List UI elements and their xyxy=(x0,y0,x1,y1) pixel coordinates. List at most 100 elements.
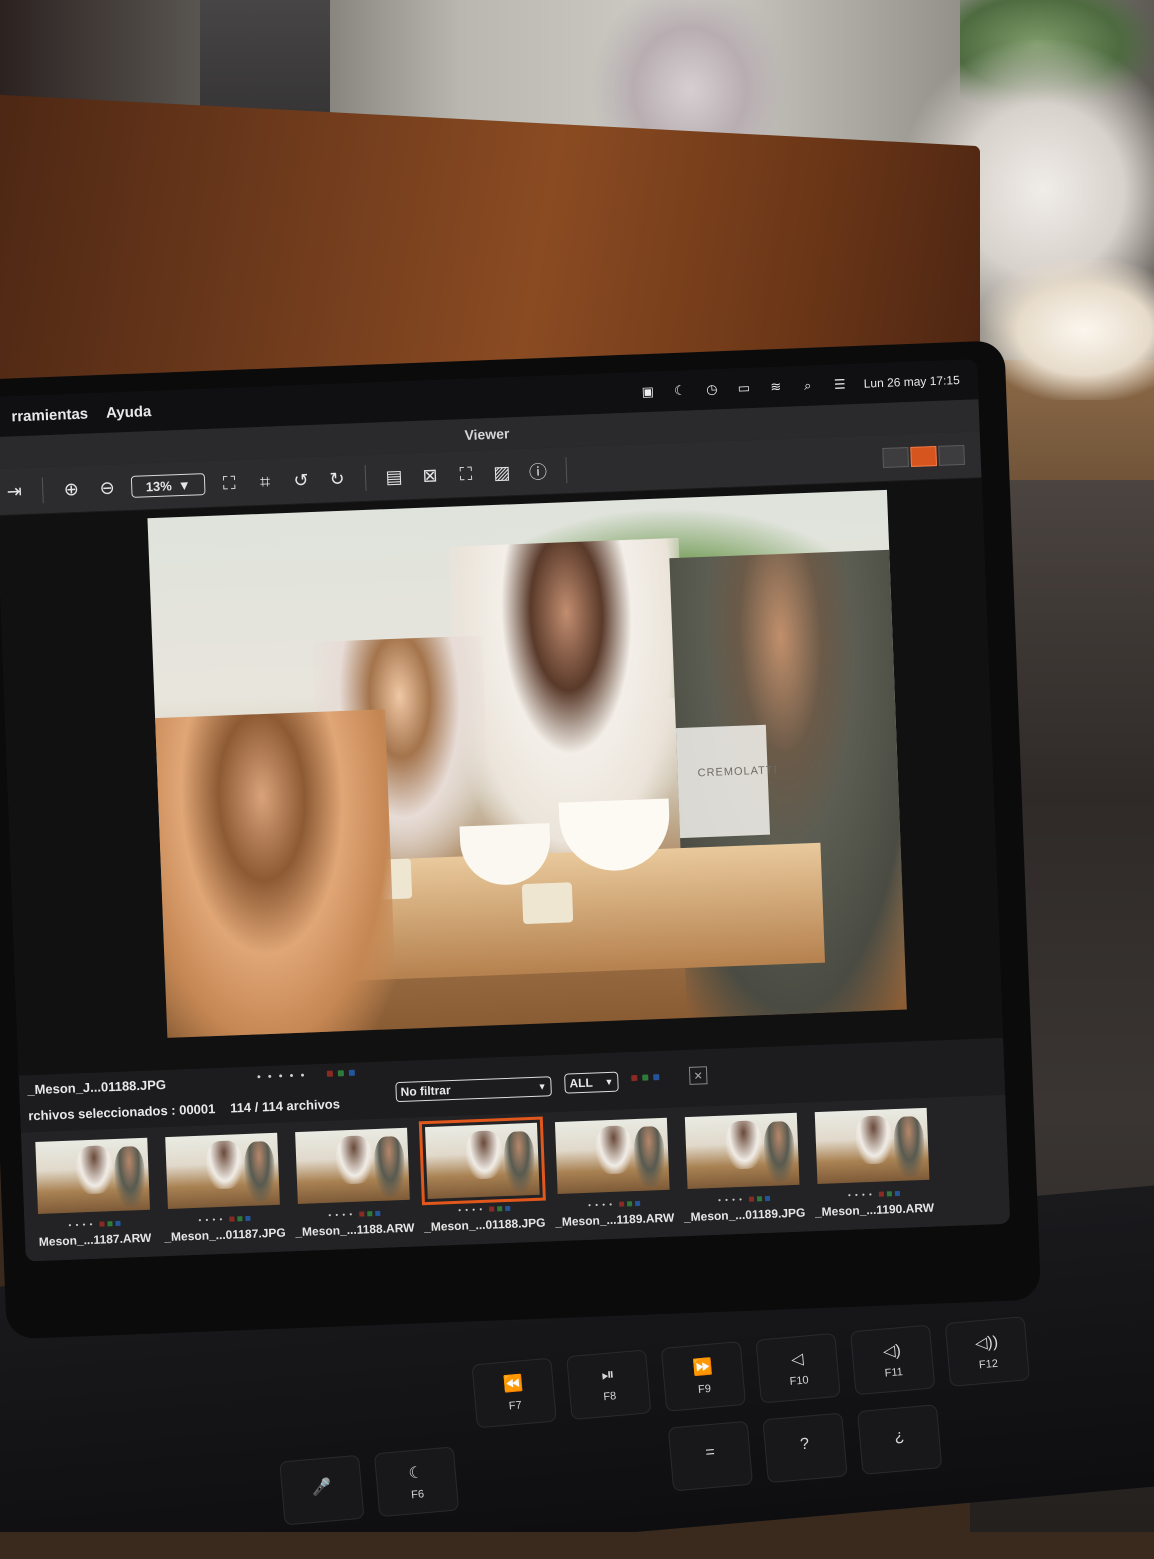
zoom-out-icon[interactable]: ⊖ xyxy=(92,472,123,503)
view-mode-switch xyxy=(882,444,965,469)
thumbnail-rating[interactable]: • • • • xyxy=(588,1200,613,1210)
blue-label[interactable] xyxy=(505,1205,511,1212)
green-label[interactable] xyxy=(337,1070,344,1077)
wifi-icon[interactable]: ≋ xyxy=(768,379,785,395)
blue-label[interactable] xyxy=(245,1215,251,1222)
compare-icon[interactable]: ⊠ xyxy=(414,460,445,491)
green-label-filter[interactable] xyxy=(642,1074,649,1081)
thumbnail-rating[interactable]: • • • • xyxy=(718,1195,743,1205)
filmstrip-thumbnail[interactable]: • • • • _Meson_...1189.ARW xyxy=(551,1108,675,1230)
key-label: F12 xyxy=(978,1357,999,1372)
thumbnail-rating[interactable]: • • • • xyxy=(68,1220,93,1230)
filmstrip-thumbnail[interactable]: • • • • Meson_...1187.ARW xyxy=(31,1128,155,1250)
thumbnail-image[interactable] xyxy=(554,1117,670,1195)
layout-icon[interactable]: ▤ xyxy=(378,461,409,492)
red-label[interactable] xyxy=(229,1216,235,1222)
key-f10[interactable]: ◁ F10 xyxy=(755,1332,841,1404)
green-label[interactable] xyxy=(497,1206,503,1212)
menu-herramientas[interactable]: rramientas xyxy=(11,405,88,425)
keyboard-key[interactable]: ☾ F6 xyxy=(373,1446,460,1518)
green-label[interactable] xyxy=(756,1196,763,1202)
thumbnail-rating[interactable]: • • • • xyxy=(198,1215,223,1225)
thumbnail-image[interactable] xyxy=(295,1127,410,1205)
menu-ayuda[interactable]: Ayuda xyxy=(106,403,152,422)
blue-label[interactable] xyxy=(894,1190,900,1197)
thumbnail-label: _Meson_...1189.ARW xyxy=(554,1210,675,1230)
red-label-filter[interactable] xyxy=(631,1074,638,1082)
fullscreen-icon[interactable]: ⛶ xyxy=(450,458,481,489)
key-label: F8 xyxy=(602,1390,617,1404)
preview-image[interactable]: CREMOLATTI xyxy=(147,489,907,1038)
thumbnail-labels xyxy=(359,1210,381,1217)
key-f8[interactable]: ⏯ F8 xyxy=(566,1349,652,1421)
viewer-view-button[interactable] xyxy=(910,445,938,467)
green-label[interactable] xyxy=(367,1211,373,1217)
datetime[interactable]: Lun 26 may 17:15 xyxy=(863,373,960,391)
keyboard-key[interactable]: 🎤 xyxy=(279,1454,365,1526)
image-cup xyxy=(521,882,574,925)
blue-label[interactable] xyxy=(764,1195,771,1202)
moon-icon[interactable]: ☾ xyxy=(672,383,689,398)
thumbnail-image[interactable] xyxy=(165,1132,280,1210)
filter-select[interactable]: No filtrar ▼ xyxy=(395,1076,552,1103)
zoom-in-icon[interactable]: ⊕ xyxy=(56,474,87,505)
rotate-right-icon[interactable]: ↻ xyxy=(322,463,353,494)
key-label: F10 xyxy=(789,1374,810,1388)
clock-icon[interactable]: ◷ xyxy=(704,381,721,397)
blue-label[interactable] xyxy=(348,1069,355,1076)
key-glyph: ⏩ xyxy=(692,1358,714,1378)
keyboard-key[interactable]: ¿ xyxy=(857,1404,943,1475)
green-label[interactable] xyxy=(237,1216,243,1222)
green-label[interactable] xyxy=(107,1221,113,1227)
keyboard-key[interactable]: = xyxy=(667,1420,754,1492)
image-viewer[interactable]: CREMOLATTI xyxy=(0,478,1004,1076)
filmstrip-thumbnail[interactable]: • • • • _Meson_...01187.JPG xyxy=(161,1123,286,1244)
thumbnail-image[interactable] xyxy=(35,1137,150,1215)
key-f12[interactable]: ◁)) F12 xyxy=(944,1316,1030,1387)
rating-dots[interactable]: • • • • • xyxy=(257,1070,307,1084)
fill-icon[interactable]: ⌗ xyxy=(250,466,281,497)
thumbnail-image[interactable] xyxy=(684,1112,800,1190)
red-label[interactable] xyxy=(489,1206,495,1212)
key-f9[interactable]: ⏩ F9 xyxy=(660,1341,747,1412)
red-label[interactable] xyxy=(99,1221,105,1227)
clear-filter-button[interactable]: ✕ xyxy=(688,1066,708,1085)
filmstrip-thumbnail[interactable]: • • • • _Meson_...1188.ARW xyxy=(291,1118,415,1240)
display-icon[interactable]: ▣ xyxy=(640,384,657,400)
thumbnail-rating[interactable]: • • • • xyxy=(328,1210,353,1220)
filmstrip-thumbnail[interactable]: • • • • _Meson_...1190.ARW xyxy=(810,1098,934,1220)
filmstrip-thumbnail[interactable]: • • • • _Meson_...01189.JPG xyxy=(680,1103,806,1224)
thumbnail-image[interactable] xyxy=(418,1116,546,1206)
thumbnail-rating[interactable]: • • • • xyxy=(848,1190,873,1200)
keyboard-key[interactable]: ? xyxy=(762,1412,848,1484)
red-label[interactable] xyxy=(618,1201,625,1207)
key-f7[interactable]: ⏪ F7 xyxy=(471,1357,557,1429)
red-label[interactable] xyxy=(878,1191,884,1197)
exit-icon[interactable]: ⇥ xyxy=(0,476,30,507)
grid-view-button[interactable] xyxy=(882,447,910,469)
blue-label[interactable] xyxy=(375,1210,381,1217)
search-icon[interactable]: ⌕ xyxy=(800,378,817,394)
battery-icon[interactable]: ▭ xyxy=(736,380,753,396)
blue-label[interactable] xyxy=(634,1200,641,1207)
fit-icon[interactable]: ⛶ xyxy=(214,468,245,499)
thumbnail-rating[interactable]: • • • • xyxy=(458,1205,483,1215)
key-f11[interactable]: ◁) F11 xyxy=(850,1324,936,1396)
info-icon[interactable]: ⓘ xyxy=(522,456,553,487)
divider xyxy=(364,464,367,491)
blue-label[interactable] xyxy=(115,1220,121,1227)
control-center-icon[interactable]: ☰ xyxy=(831,376,848,392)
green-label[interactable] xyxy=(626,1201,633,1207)
group-select[interactable]: ALL ▼ xyxy=(564,1071,619,1094)
zoom-select[interactable]: 13% ▼ xyxy=(130,473,206,498)
image-icon[interactable]: ▨ xyxy=(486,457,517,488)
red-label[interactable] xyxy=(326,1070,334,1077)
red-label[interactable] xyxy=(748,1196,755,1202)
blue-label-filter[interactable] xyxy=(653,1074,660,1081)
thumbnail-image[interactable] xyxy=(814,1107,930,1185)
green-label[interactable] xyxy=(886,1191,892,1197)
red-label[interactable] xyxy=(359,1211,365,1217)
split-view-button[interactable] xyxy=(938,444,965,466)
filmstrip-thumbnail[interactable]: • • • • _Meson_...01188.JPG xyxy=(418,1113,546,1234)
rotate-left-icon[interactable]: ↺ xyxy=(286,465,317,496)
